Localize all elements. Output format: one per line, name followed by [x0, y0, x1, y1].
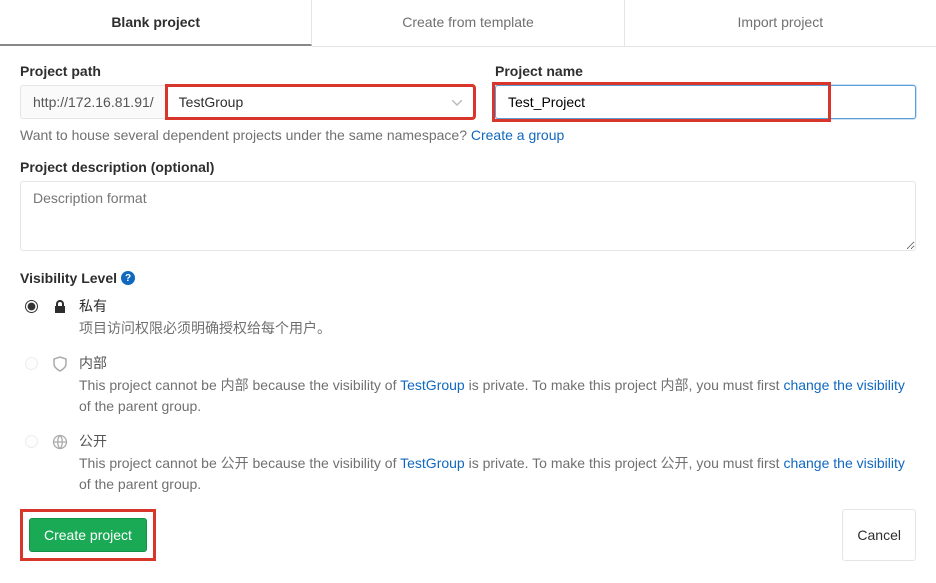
visibility-level-label: Visibility Level ?	[20, 270, 916, 286]
visibility-internal-desc: This project cannot be 内部 because the vi…	[79, 375, 916, 417]
globe-icon	[51, 433, 69, 451]
base-url-prefix: http://172.16.81.91/	[20, 85, 166, 119]
visibility-option-internal: 内部 This project cannot be 内部 because the…	[20, 353, 916, 417]
create-project-button[interactable]: Create project	[29, 518, 147, 552]
project-path-label: Project path	[20, 63, 475, 79]
cancel-button[interactable]: Cancel	[842, 509, 916, 561]
project-description-input[interactable]	[20, 181, 916, 251]
highlight-box: Create project	[20, 509, 156, 561]
visibility-private-desc: 项目访问权限必须明确授权给每个用户。	[79, 318, 916, 339]
visibility-internal-title: 内部	[79, 353, 916, 373]
chevron-down-icon	[452, 95, 462, 109]
visibility-option-public: 公开 This project cannot be 公开 because the…	[20, 431, 916, 495]
tab-blank-project[interactable]: Blank project	[0, 0, 312, 46]
visibility-private-title: 私有	[79, 296, 916, 316]
lock-icon	[51, 298, 69, 316]
visibility-radio-public	[25, 435, 38, 448]
project-type-tabs: Blank project Create from template Impor…	[0, 0, 936, 47]
visibility-radio-internal	[25, 357, 38, 370]
tab-create-from-template[interactable]: Create from template	[312, 0, 624, 46]
namespace-select[interactable]: TestGroup	[166, 85, 475, 119]
visibility-radio-private[interactable]	[25, 300, 38, 313]
project-name-input[interactable]	[495, 85, 916, 119]
project-name-label: Project name	[495, 63, 916, 79]
group-link[interactable]: TestGroup	[400, 455, 465, 471]
namespace-selected-value: TestGroup	[179, 94, 244, 110]
project-description-label: Project description (optional)	[20, 159, 916, 175]
change-visibility-link[interactable]: change the visibility	[783, 455, 904, 471]
visibility-public-desc: This project cannot be 公开 because the vi…	[79, 453, 916, 495]
change-visibility-link[interactable]: change the visibility	[783, 377, 904, 393]
namespace-hint: Want to house several dependent projects…	[20, 127, 916, 143]
visibility-public-title: 公开	[79, 431, 916, 451]
group-link[interactable]: TestGroup	[400, 377, 465, 393]
shield-icon	[51, 355, 69, 373]
tab-import-project[interactable]: Import project	[625, 0, 936, 46]
help-icon[interactable]: ?	[121, 271, 135, 285]
create-group-link[interactable]: Create a group	[471, 127, 564, 143]
visibility-option-private[interactable]: 私有 项目访问权限必须明确授权给每个用户。	[20, 296, 916, 339]
